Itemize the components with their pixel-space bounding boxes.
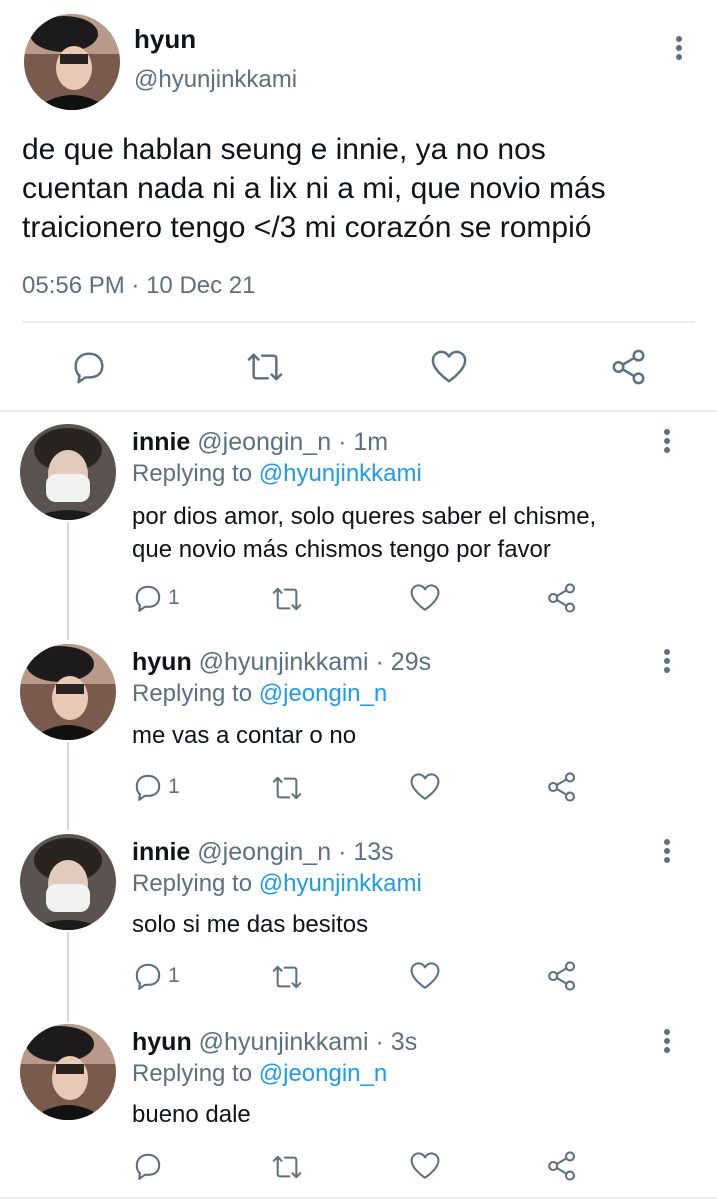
reply-author-name[interactable]: hyun: [132, 648, 192, 676]
main-tweet-timestamp[interactable]: 05:56 PM · 10 Dec 21: [22, 272, 255, 300]
reply-time[interactable]: · 3s: [376, 1028, 418, 1056]
main-tweet-line: de que hablan seung e innie, ya no nos: [22, 133, 546, 166]
main-author-avatar[interactable]: [24, 14, 120, 110]
reply-avatar[interactable]: [20, 1024, 116, 1120]
reply-header: hyun @hyunjinkkami · 3s: [132, 1028, 417, 1057]
reply-avatar[interactable]: [20, 834, 116, 930]
reply-time[interactable]: · 29s: [376, 648, 432, 676]
more-options-icon[interactable]: [657, 427, 677, 457]
replying-to: Replying to @jeongin_n: [132, 680, 387, 708]
reply-count: 1: [168, 775, 180, 798]
reply-line: por dios amor, solo queres saber el chis…: [132, 503, 597, 530]
heart-icon[interactable]: [408, 772, 442, 802]
date: 10 Dec 21: [146, 272, 256, 299]
reply-author-name[interactable]: innie: [132, 428, 190, 456]
reply-avatar[interactable]: [20, 424, 116, 520]
more-options-icon[interactable]: [657, 837, 677, 867]
share-icon[interactable]: [546, 960, 578, 992]
reply-line: que novio más chismos tengo por favor: [132, 536, 551, 563]
replying-to-link[interactable]: @hyunjinkkami: [259, 460, 422, 487]
replying-to: Replying to @hyunjinkkami: [132, 870, 422, 898]
more-options-icon[interactable]: [657, 647, 677, 677]
replying-to-label: Replying to: [132, 1060, 253, 1087]
thread-line: [67, 932, 69, 1022]
replying-to-link[interactable]: @jeongin_n: [259, 680, 387, 707]
reply-icon[interactable]: [132, 582, 164, 614]
reply-header: hyun @hyunjinkkami · 29s: [132, 648, 431, 677]
time: 05:56 PM: [22, 272, 125, 299]
reply-author-handle[interactable]: @jeongin_n: [197, 838, 331, 866]
reply-line: me vas a contar o no: [132, 722, 357, 749]
reply-author-handle[interactable]: @hyunjinkkami: [199, 648, 369, 676]
main-tweet-text: de que hablan seung e innie, ya no nos c…: [22, 130, 606, 247]
main-author-handle[interactable]: @hyunjinkkami: [134, 66, 297, 94]
retweet-icon[interactable]: [270, 585, 304, 613]
reply-line: bueno dale: [132, 1101, 251, 1128]
retweet-icon[interactable]: [245, 350, 285, 384]
reply-icon[interactable]: [132, 1150, 164, 1182]
main-tweet-line: cuentan nada ni a lix ni a mi, que novio…: [22, 172, 606, 205]
share-icon[interactable]: [546, 582, 578, 614]
divider: [0, 1197, 717, 1199]
retweet-icon[interactable]: [270, 1153, 304, 1181]
reply-time[interactable]: · 1m: [338, 428, 388, 456]
share-icon[interactable]: [546, 1150, 578, 1182]
share-icon[interactable]: [546, 771, 578, 803]
replying-to-link[interactable]: @hyunjinkkami: [259, 870, 422, 897]
reply-icon[interactable]: [132, 771, 164, 803]
reply-count: 1: [168, 964, 180, 987]
thread-line: [67, 742, 69, 830]
divider: [0, 410, 717, 412]
reply-count: 1: [168, 586, 180, 609]
main-tweet-line: traicionero tengo </3 mi corazón se romp…: [22, 211, 592, 244]
heart-icon[interactable]: [408, 583, 442, 613]
replying-to: Replying to @hyunjinkkami: [132, 460, 422, 488]
reply-text: por dios amor, solo queres saber el chis…: [132, 500, 596, 566]
replying-to-label: Replying to: [132, 680, 253, 707]
reply-author-handle[interactable]: @jeongin_n: [197, 428, 331, 456]
reply-author-name[interactable]: innie: [132, 838, 190, 866]
reply-icon[interactable]: [132, 960, 164, 992]
heart-icon[interactable]: [408, 1151, 442, 1181]
replying-to-label: Replying to: [132, 460, 253, 487]
replying-to-label: Replying to: [132, 870, 253, 897]
heart-icon[interactable]: [408, 961, 442, 991]
share-icon[interactable]: [610, 348, 648, 386]
reply-text: solo si me das besitos: [132, 908, 368, 941]
reply-avatar[interactable]: [20, 644, 116, 740]
heart-icon[interactable]: [429, 349, 469, 385]
reply-author-name[interactable]: hyun: [132, 1028, 192, 1056]
replying-to-link[interactable]: @jeongin_n: [259, 1060, 387, 1087]
reply-line: solo si me das besitos: [132, 911, 369, 938]
reply-icon[interactable]: [70, 348, 108, 386]
retweet-icon[interactable]: [270, 963, 304, 991]
replying-to: Replying to @jeongin_n: [132, 1060, 387, 1088]
retweet-icon[interactable]: [270, 774, 304, 802]
divider: [22, 321, 695, 323]
reply-header: innie @jeongin_n · 1m: [132, 428, 388, 457]
more-options-icon[interactable]: [657, 1027, 677, 1057]
main-author-name[interactable]: hyun: [134, 24, 196, 55]
reply-time[interactable]: · 13s: [338, 838, 394, 866]
more-options-icon[interactable]: [669, 34, 689, 64]
reply-author-handle[interactable]: @hyunjinkkami: [199, 1028, 369, 1056]
thread-line: [67, 522, 69, 640]
reply-text: me vas a contar o no: [132, 719, 356, 752]
reply-text: bueno dale: [132, 1098, 251, 1131]
separator: ·: [131, 272, 140, 299]
reply-header: innie @jeongin_n · 13s: [132, 838, 394, 867]
